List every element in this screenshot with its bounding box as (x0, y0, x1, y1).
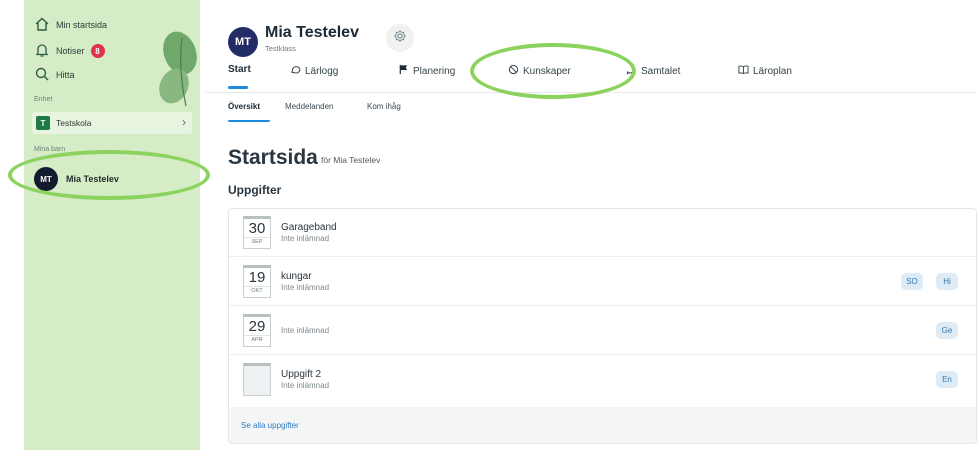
tab-label: Kunskaper (523, 65, 571, 77)
assignment-title: Uppgift 2 (281, 369, 322, 380)
subtab-meddelanden[interactable]: Meddelanden (285, 102, 333, 111)
tab-larlogg[interactable]: Lärlogg (290, 64, 338, 78)
sidebar-item-label: Hitta (56, 70, 75, 80)
tab-label: Samtalet (641, 65, 681, 77)
notification-count-badge: 8 (90, 44, 105, 58)
sidebar-item-notifications[interactable]: Notiser 8 (34, 42, 105, 60)
subject-tag[interactable]: SO (901, 273, 923, 290)
sidebar-item-search[interactable]: Hitta (34, 66, 75, 84)
subject-tag[interactable]: En (936, 371, 958, 388)
assignment-status: Inte inlämnad (281, 283, 330, 292)
home-icon (34, 16, 50, 34)
speech-bubble-icon (290, 64, 301, 78)
tabs-divider (205, 92, 977, 93)
ban-circle-icon (508, 64, 519, 78)
date-month: APR (244, 335, 270, 344)
page-subtitle: för Mia Testelev (321, 155, 381, 165)
tab-label: Lärlogg (305, 65, 339, 77)
date-month: OKT (244, 286, 270, 295)
tab-start[interactable]: Start (228, 64, 251, 75)
bell-icon (34, 42, 50, 60)
assignments-panel: 30 SEP Garageband Inte inlämnad 19 OKT k… (228, 208, 977, 444)
assignment-row[interactable]: 30 SEP Garageband Inte inlämnad (229, 209, 976, 257)
tab-planering[interactable]: Planering (398, 64, 455, 78)
chat-icon (626, 64, 637, 78)
assignment-row[interactable]: 19 OKT kungar Inte inlämnad SO Hi (229, 258, 976, 306)
subtab-kom-ihag[interactable]: Kom ihåg (367, 102, 401, 111)
assignment-title: kungar (281, 271, 312, 282)
tab-laroplan[interactable]: Läroplan (738, 64, 792, 78)
date-month: SEP (244, 237, 270, 246)
sidebar-item-label: Notiser (56, 46, 85, 56)
school-icon: T (36, 116, 50, 130)
date-badge: 30 SEP (243, 216, 271, 249)
flag-icon (398, 64, 409, 78)
subtab-oversikt[interactable]: Översikt (228, 102, 260, 111)
profile-name: Mia Testelev (265, 24, 359, 41)
see-all-assignments-link[interactable]: Se alla uppgifter (241, 421, 299, 430)
unit-section-label: Enhet (34, 96, 53, 103)
assignment-row[interactable]: 29 APR Inte inlämnad Ge (229, 307, 976, 355)
sidebar-item-school[interactable]: T Testskola › (32, 112, 192, 134)
active-tab-indicator (228, 86, 248, 89)
tab-label: Start (228, 64, 251, 75)
date-badge: 19 OKT (243, 265, 271, 298)
assignments-footer: Se alla uppgifter (229, 407, 976, 443)
avatar: MT (34, 167, 58, 191)
sidebar-item-label: Min startsida (56, 20, 108, 30)
date-day: 30 (248, 220, 266, 237)
assignment-status: Inte inlämnad (281, 381, 330, 390)
assignment-row[interactable]: Uppgift 2 Inte inlämnad En (229, 356, 976, 404)
subject-tag[interactable]: Hi (936, 273, 958, 290)
tab-samtalet[interactable]: Samtalet (626, 64, 680, 78)
student-name: Mia Testelev (66, 174, 119, 184)
date-badge (243, 363, 271, 396)
leaf-illustration (159, 31, 197, 107)
sidebar: Min startsida Notiser 8 Hitta Enhet T Te… (24, 0, 200, 450)
tab-kunskaper[interactable]: Kunskaper (508, 64, 571, 78)
sidebar-item-home[interactable]: Min startsida (34, 16, 107, 34)
assignment-status: Inte inlämnad (281, 326, 330, 335)
profile-avatar: MT (228, 27, 258, 57)
settings-button[interactable] (386, 24, 414, 52)
children-section-label: Mina barn (34, 146, 66, 153)
date-badge: 29 APR (243, 314, 271, 347)
date-day: 19 (248, 269, 266, 286)
school-label: Testskola (56, 118, 92, 128)
assignment-title: Garageband (281, 222, 337, 233)
date-day: 29 (248, 318, 266, 335)
book-icon (738, 64, 749, 78)
chevron-right-icon: › (182, 115, 186, 129)
assignment-status: Inte inlämnad (281, 234, 330, 243)
active-subtab-indicator (228, 120, 270, 122)
section-title-assignments: Uppgifter (228, 183, 282, 197)
subject-tag[interactable]: Ge (936, 322, 958, 339)
search-icon (34, 66, 50, 84)
gear-icon (393, 29, 407, 48)
tab-label: Läroplan (753, 65, 792, 77)
page-title: Startsida (228, 146, 318, 169)
sidebar-item-student[interactable]: MT Mia Testelev (34, 167, 119, 191)
profile-class: Testklass (265, 44, 296, 53)
tab-label: Planering (413, 65, 456, 77)
